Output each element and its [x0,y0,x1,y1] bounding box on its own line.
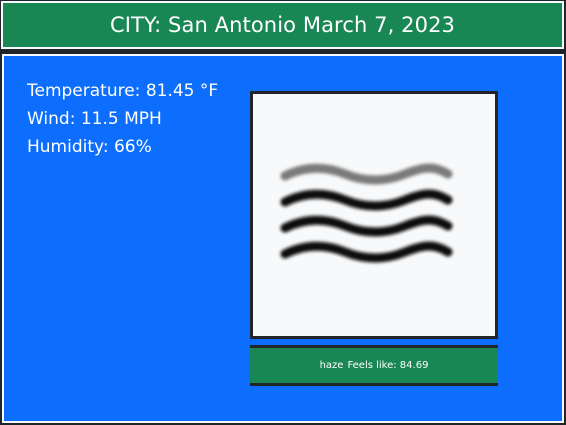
feels-like-bar: haze Feels like: 84.69 [250,345,498,386]
current-weather-card: Temperature: 81.45 °F Wind: 11.5 MPH Hum… [2,54,564,423]
weather-icon-frame [250,91,498,339]
city-label: CITY: [109,13,162,37]
haze-line [280,189,453,211]
city-name: San Antonio [168,13,297,37]
wind-text: Wind: 11.5 MPH [27,109,162,129]
feels-like-text: Feels like: 84.69 [347,360,429,371]
condition-description: haze [319,360,344,371]
temperature-text: Temperature: 81.45 °F [27,81,219,101]
city-date-header: CITY: San Antonio March 7, 2023 [1,1,564,49]
haze-line [280,241,453,263]
weather-stats: Temperature: 81.45 °F Wind: 11.5 MPH Hum… [27,77,218,161]
haze-line [280,163,453,185]
current-date: March 7, 2023 [302,13,456,37]
haze-icon [280,163,453,263]
haze-line [280,215,453,237]
humidity-text: Humidity: 66% [27,137,152,157]
